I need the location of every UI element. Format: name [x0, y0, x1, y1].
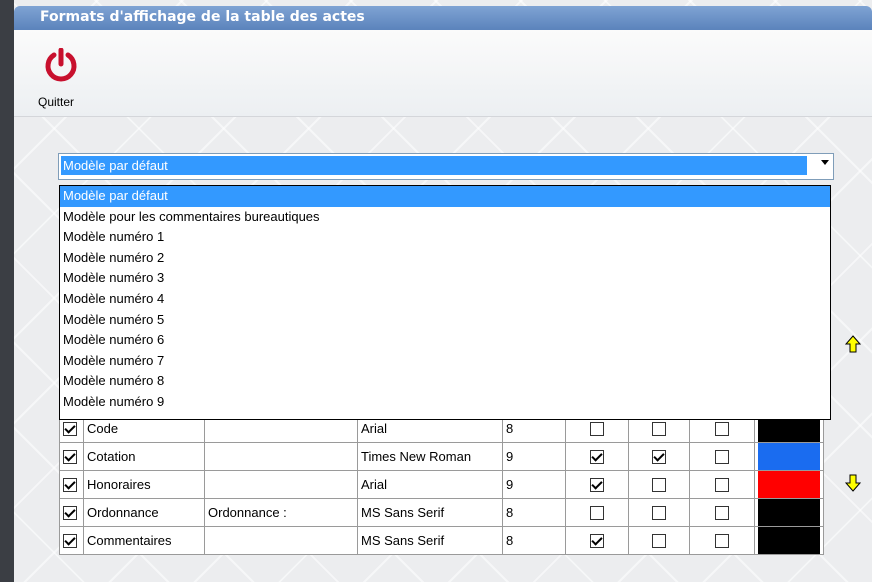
- row-size[interactable]: 9: [502, 470, 566, 499]
- model-option[interactable]: Modèle numéro 6: [60, 330, 830, 351]
- model-option[interactable]: Modèle numéro 2: [60, 248, 830, 269]
- table-row: Cotation Times New Roman 9: [59, 442, 824, 471]
- toolbar: [14, 30, 872, 117]
- row-visible-checkbox[interactable]: [63, 422, 77, 437]
- underline-checkbox[interactable]: [715, 422, 729, 437]
- underline-checkbox[interactable]: [715, 450, 729, 465]
- row-label[interactable]: [204, 526, 358, 555]
- model-option[interactable]: Modèle numéro 8: [60, 371, 830, 392]
- table-row: Honoraires Arial 9: [59, 470, 824, 499]
- model-option[interactable]: Modèle numéro 1: [60, 227, 830, 248]
- model-dropdown-list: Modèle par défaut Modèle pour les commen…: [59, 185, 831, 420]
- display-formats-table: Code Arial 8 Cotation Times New Roman 9: [59, 414, 824, 555]
- model-select-value: Modèle par défaut: [61, 156, 807, 175]
- window-title: Formats d'affichage de la table des acte…: [40, 9, 365, 25]
- italic-checkbox[interactable]: [652, 422, 666, 437]
- power-icon: [45, 48, 77, 82]
- model-option[interactable]: Modèle numéro 7: [60, 351, 830, 372]
- bold-checkbox[interactable]: [590, 478, 604, 493]
- row-label[interactable]: [204, 470, 358, 499]
- color-swatch[interactable]: [758, 443, 820, 470]
- row-visible-checkbox[interactable]: [63, 534, 77, 549]
- italic-checkbox[interactable]: [652, 506, 666, 521]
- italic-checkbox[interactable]: [652, 478, 666, 493]
- title-bar: Formats d'affichage de la table des acte…: [14, 6, 872, 30]
- italic-checkbox[interactable]: [652, 534, 666, 549]
- quit-label: Quitter: [38, 95, 75, 109]
- row-size[interactable]: 8: [502, 526, 566, 555]
- model-option[interactable]: Modèle numéro 5: [60, 310, 830, 331]
- model-option[interactable]: Modèle par défaut: [60, 186, 830, 207]
- move-up-arrow-icon[interactable]: [844, 335, 862, 353]
- bold-checkbox[interactable]: [590, 506, 604, 521]
- underline-checkbox[interactable]: [715, 506, 729, 521]
- color-swatch[interactable]: [758, 499, 820, 526]
- model-select[interactable]: Modèle par défaut: [58, 153, 834, 180]
- underline-checkbox[interactable]: [715, 478, 729, 493]
- model-option[interactable]: Modèle numéro 9: [60, 392, 830, 413]
- row-font[interactable]: Arial: [357, 470, 503, 499]
- row-font[interactable]: Times New Roman: [357, 442, 503, 471]
- italic-checkbox[interactable]: [652, 450, 666, 465]
- table-row: Ordonnance Ordonnance : MS Sans Serif 8: [59, 498, 824, 527]
- move-down-arrow-icon[interactable]: [844, 474, 862, 492]
- row-name: Honoraires: [83, 470, 205, 499]
- color-swatch[interactable]: [758, 471, 820, 498]
- model-option[interactable]: Modèle numéro 4: [60, 289, 830, 310]
- row-font[interactable]: MS Sans Serif: [357, 498, 503, 527]
- row-size[interactable]: 8: [502, 498, 566, 527]
- table-row: Commentaires MS Sans Serif 8: [59, 526, 824, 555]
- chevron-down-icon[interactable]: [821, 160, 829, 165]
- row-visible-checkbox[interactable]: [63, 450, 77, 465]
- row-visible-checkbox[interactable]: [63, 506, 77, 521]
- row-label[interactable]: Ordonnance :: [204, 498, 358, 527]
- bold-checkbox[interactable]: [590, 534, 604, 549]
- bold-checkbox[interactable]: [590, 450, 604, 465]
- model-option[interactable]: Modèle numéro 3: [60, 268, 830, 289]
- row-name: Ordonnance: [83, 498, 205, 527]
- row-size[interactable]: 9: [502, 442, 566, 471]
- formats-window: Formats d'affichage de la table des acte…: [0, 0, 872, 582]
- row-label[interactable]: [204, 442, 358, 471]
- color-swatch[interactable]: [758, 527, 820, 554]
- left-edge: [0, 0, 14, 582]
- bold-checkbox[interactable]: [590, 422, 604, 437]
- row-visible-checkbox[interactable]: [63, 478, 77, 493]
- row-name: Cotation: [83, 442, 205, 471]
- underline-checkbox[interactable]: [715, 534, 729, 549]
- quit-button[interactable]: Quitter: [38, 48, 98, 118]
- row-font[interactable]: MS Sans Serif: [357, 526, 503, 555]
- row-name: Commentaires: [83, 526, 205, 555]
- model-option[interactable]: Modèle pour les commentaires bureautique…: [60, 207, 830, 228]
